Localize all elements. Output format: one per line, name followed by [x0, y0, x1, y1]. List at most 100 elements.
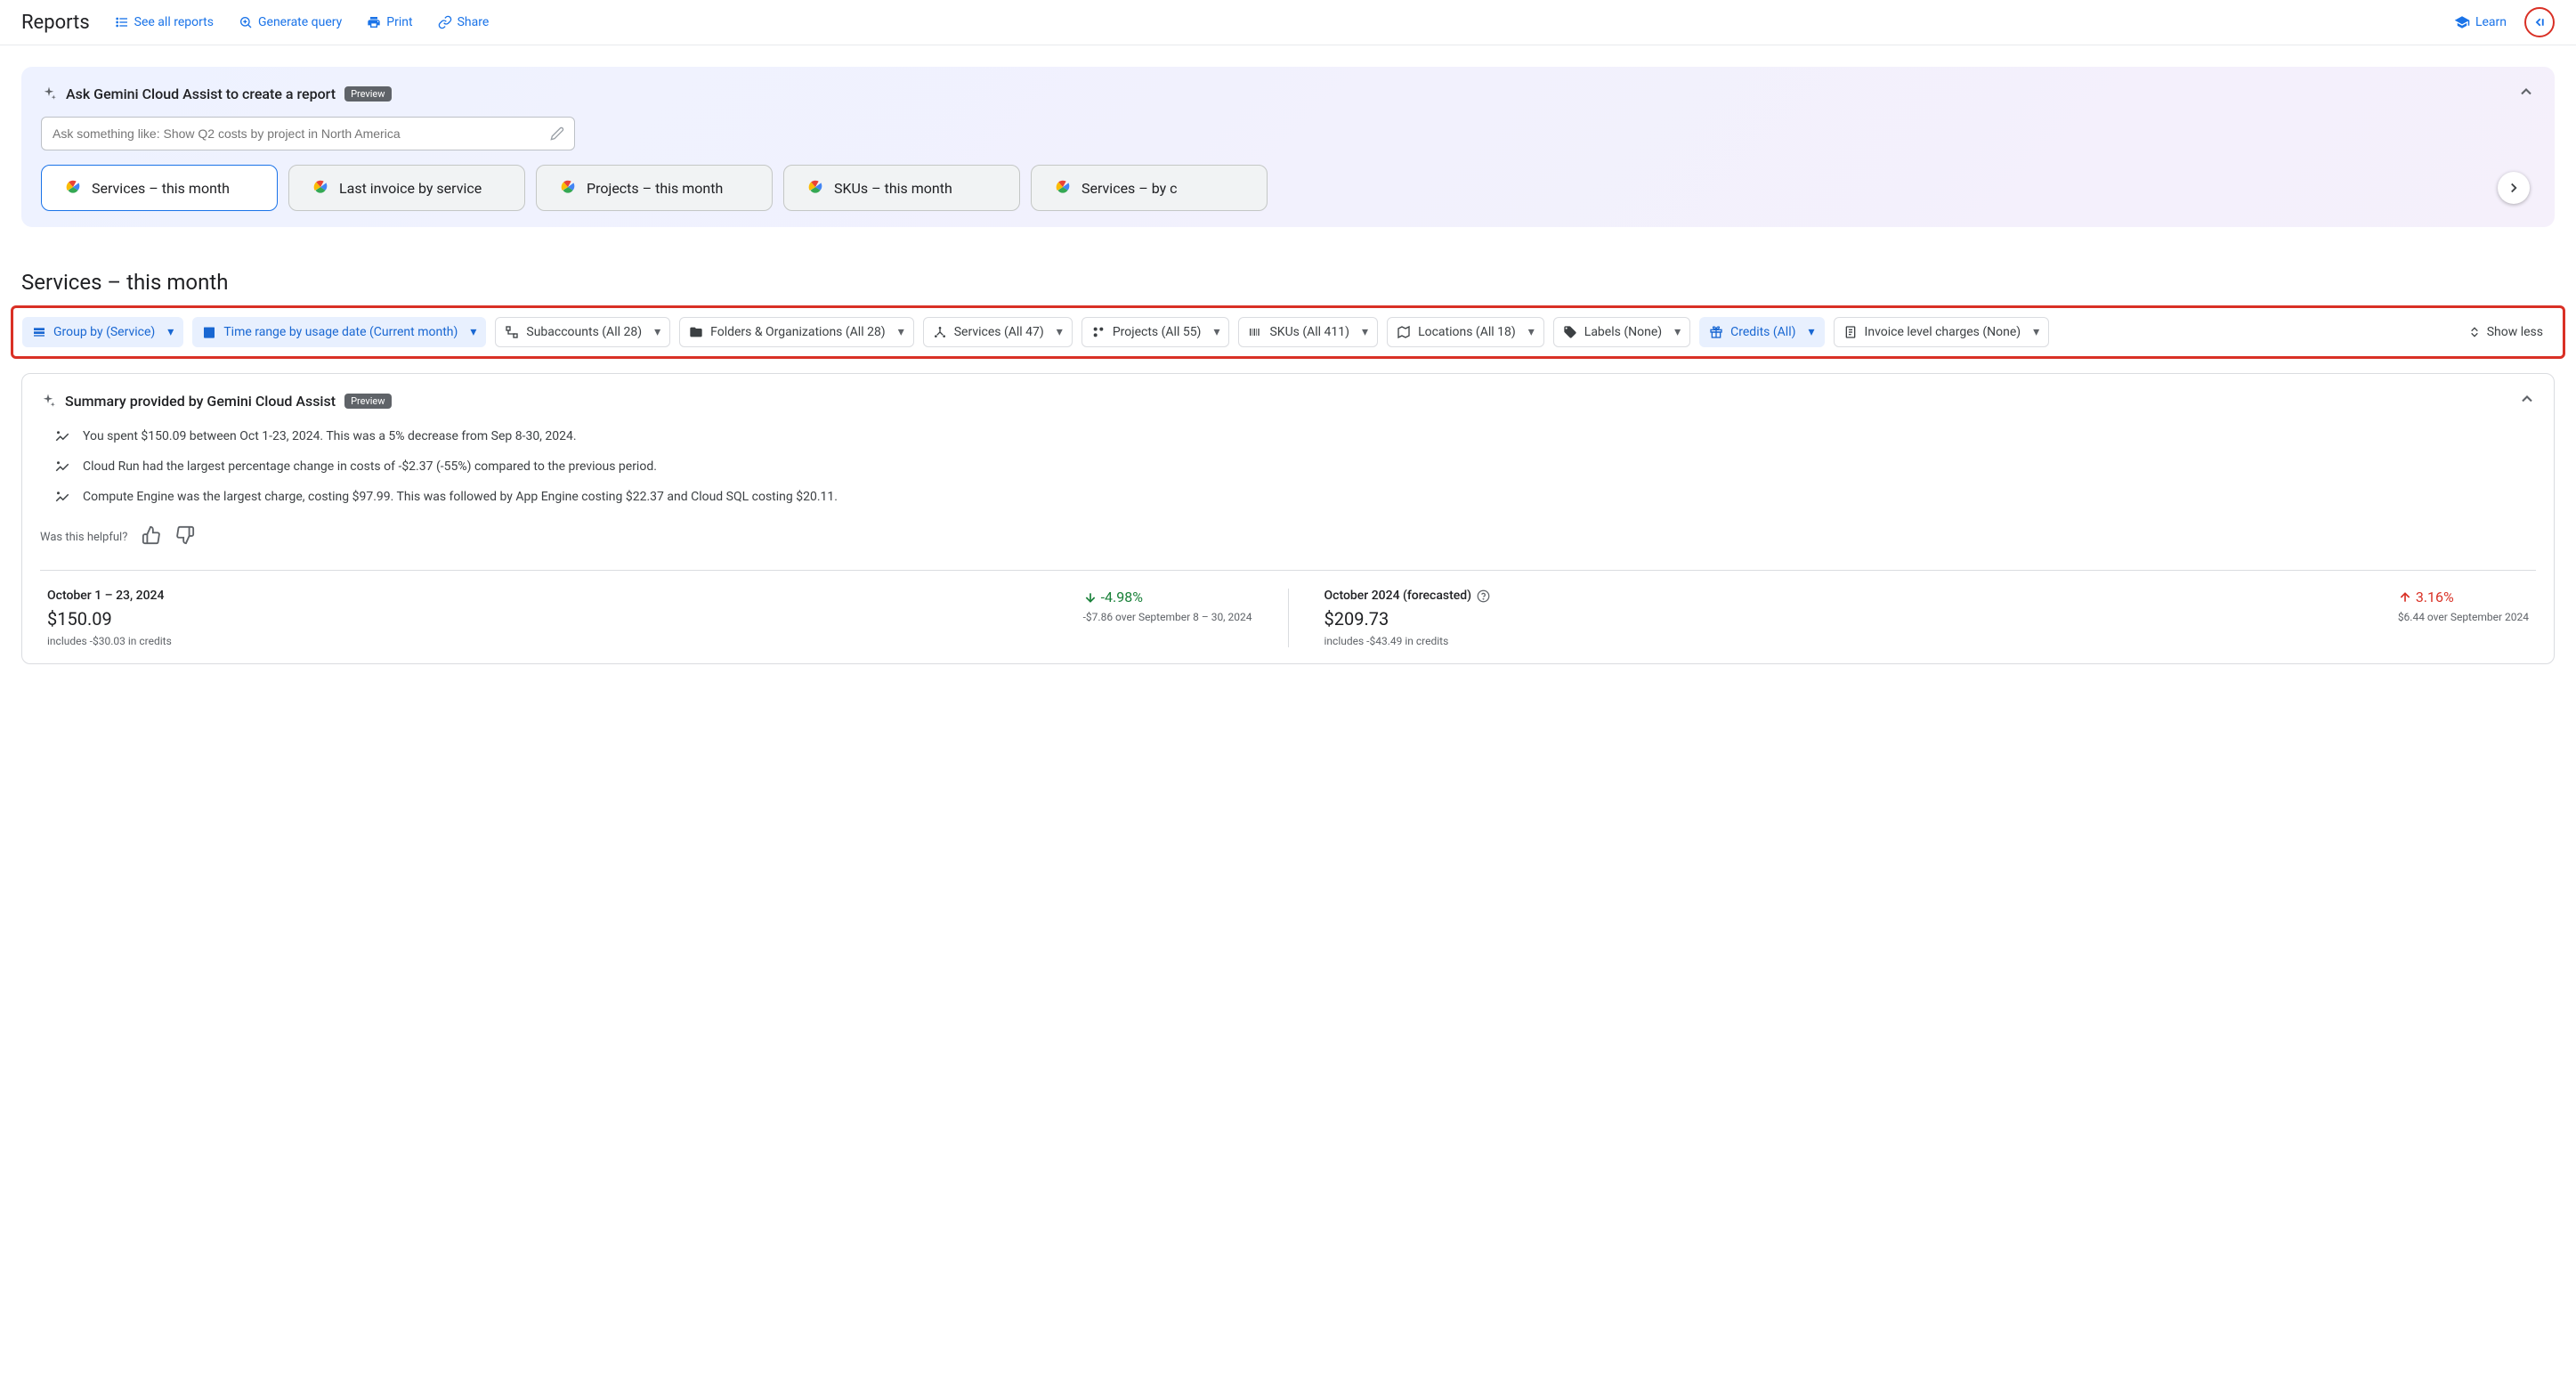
filter-credits[interactable]: Credits (All) ▾: [1699, 317, 1824, 347]
filter-subaccounts[interactable]: Subaccounts (All 28) ▾: [495, 317, 670, 347]
doc-icon: [1843, 325, 1858, 339]
dropdown-icon: ▾: [1213, 325, 1219, 339]
collapse-side-button[interactable]: [2524, 7, 2555, 37]
filter-label: Services (All 47): [954, 325, 1044, 339]
insight-text: Compute Engine was the largest charge, c…: [83, 490, 838, 504]
tree-icon: [505, 325, 519, 339]
gcloud-icon: [1053, 178, 1073, 198]
forecast-change: 3.16%: [2398, 589, 2529, 605]
rows-icon: [32, 325, 46, 339]
helpful-label: Was this helpful?: [40, 531, 127, 544]
graduation-icon: [2454, 14, 2470, 30]
filter-label: Folders & Organizations (All 28): [710, 325, 886, 339]
gift-icon: [1709, 325, 1723, 339]
dropdown-icon: ▾: [654, 325, 660, 339]
page-title: Reports: [21, 12, 90, 34]
show-less-label: Show less: [2487, 325, 2543, 339]
actual-amount: $150.09: [47, 608, 172, 630]
trend-icon: [54, 490, 70, 506]
filter-locations[interactable]: Locations (All 18) ▾: [1387, 317, 1544, 347]
generate-label: Generate query: [258, 15, 342, 29]
filter-time-range[interactable]: Time range by usage date (Current month)…: [192, 317, 486, 347]
filter-label: Credits (All): [1730, 325, 1795, 339]
suggestion-label: Services – by c: [1081, 180, 1178, 197]
dropdown-icon: ▾: [898, 325, 904, 339]
share-label: Share: [458, 15, 490, 29]
learn-link[interactable]: Learn: [2454, 14, 2507, 30]
pencil-icon: [550, 126, 564, 141]
show-less-button[interactable]: Show less: [2457, 318, 2554, 346]
filter-skus[interactable]: SKUs (All 411) ▾: [1238, 317, 1378, 347]
suggestion-chip-projects[interactable]: Projects – this month: [536, 165, 773, 211]
section-title: Services – this month: [0, 248, 2576, 305]
suggestion-chip-skus[interactable]: SKUs – this month: [783, 165, 1020, 211]
actual-period: October 1 – 23, 2024: [47, 589, 172, 603]
thumbs-down-button[interactable]: [175, 525, 195, 548]
suggestion-label: Last invoice by service: [339, 180, 482, 197]
actual-change-sub: -$7.86 over September 8 – 30, 2024: [1083, 611, 1252, 623]
gemini-title: Ask Gemini Cloud Assist to create a repo…: [66, 85, 336, 102]
generate-query-link[interactable]: Generate query: [239, 15, 342, 29]
insight-text: You spent $150.09 between Oct 1-23, 2024…: [83, 429, 577, 443]
actual-change: -4.98%: [1083, 589, 1252, 605]
calendar-icon: [202, 325, 216, 339]
filter-projects[interactable]: Projects (All 55) ▾: [1081, 317, 1230, 347]
collapse-icon: [2467, 325, 2482, 339]
filter-label: Time range by usage date (Current month): [223, 325, 458, 339]
filter-label: Labels (None): [1584, 325, 1662, 339]
forecast-period: October 2024 (forecasted): [1324, 589, 1472, 603]
filter-label: SKUs (All 411): [1269, 325, 1349, 339]
barcode-icon: [1248, 325, 1262, 339]
arrow-up-icon: [2398, 590, 2412, 605]
preview-badge: Preview: [344, 86, 391, 102]
sparkle-icon: [41, 85, 57, 102]
share-link[interactable]: Share: [438, 15, 490, 29]
collapse-gemini-button[interactable]: [2517, 83, 2535, 104]
magnify-icon: [239, 15, 253, 29]
filter-group-by[interactable]: Group by (Service) ▾: [22, 317, 183, 347]
thumbs-up-button[interactable]: [142, 525, 161, 548]
dots-icon: [1091, 325, 1106, 339]
suggestion-chip-invoice[interactable]: Last invoice by service: [288, 165, 525, 211]
see-all-reports-link[interactable]: See all reports: [115, 15, 214, 29]
learn-label: Learn: [2475, 15, 2507, 29]
suggestion-chip-services[interactable]: Services – this month: [41, 165, 278, 211]
dropdown-icon: ▾: [1674, 325, 1681, 339]
print-icon: [367, 15, 381, 29]
filter-label: Locations (All 18): [1418, 325, 1516, 339]
link-icon: [438, 15, 452, 29]
forecast-change-sub: $6.44 over September 2024: [2398, 611, 2529, 623]
suggestion-label: Projects – this month: [587, 180, 723, 197]
filter-labels[interactable]: Labels (None) ▾: [1553, 317, 1690, 347]
list-icon: [115, 15, 129, 29]
trend-icon: [54, 459, 70, 475]
print-link[interactable]: Print: [367, 15, 412, 29]
print-label: Print: [386, 15, 412, 29]
trend-icon: [54, 429, 70, 445]
arrow-down-icon: [1083, 590, 1098, 605]
gemini-panel: Ask Gemini Cloud Assist to create a repo…: [21, 67, 2555, 227]
suggestion-chip-more[interactable]: Services – by c: [1031, 165, 1268, 211]
gcloud-icon: [311, 178, 330, 198]
summary-title: Summary provided by Gemini Cloud Assist: [65, 393, 336, 410]
actual-credits: includes -$30.03 in credits: [47, 635, 172, 647]
change-value: 3.16%: [2416, 589, 2454, 605]
filter-folders[interactable]: Folders & Organizations (All 28) ▾: [679, 317, 914, 347]
filter-services[interactable]: Services (All 47) ▾: [923, 317, 1073, 347]
dropdown-icon: ▾: [1057, 325, 1063, 339]
collapse-summary-button[interactable]: [2518, 390, 2536, 411]
dropdown-icon: ▾: [1809, 325, 1815, 339]
filter-label: Invoice level charges (None): [1865, 325, 2021, 339]
scroll-suggestions-button[interactable]: [2498, 172, 2530, 204]
filter-invoice[interactable]: Invoice level charges (None) ▾: [1834, 317, 2050, 347]
suggestion-label: Services – this month: [92, 180, 230, 197]
help-icon[interactable]: [1477, 589, 1490, 603]
summary-card: Summary provided by Gemini Cloud Assist …: [21, 373, 2555, 664]
gemini-input[interactable]: [41, 117, 575, 150]
dropdown-icon: ▾: [1528, 325, 1535, 339]
chevron-right-icon: [2506, 180, 2522, 196]
gcloud-icon: [63, 178, 83, 198]
filters-bar: Group by (Service) ▾ Time range by usage…: [11, 305, 2565, 359]
dropdown-icon: ▾: [470, 325, 476, 339]
forecast-credits: includes -$43.49 in credits: [1324, 635, 1491, 647]
